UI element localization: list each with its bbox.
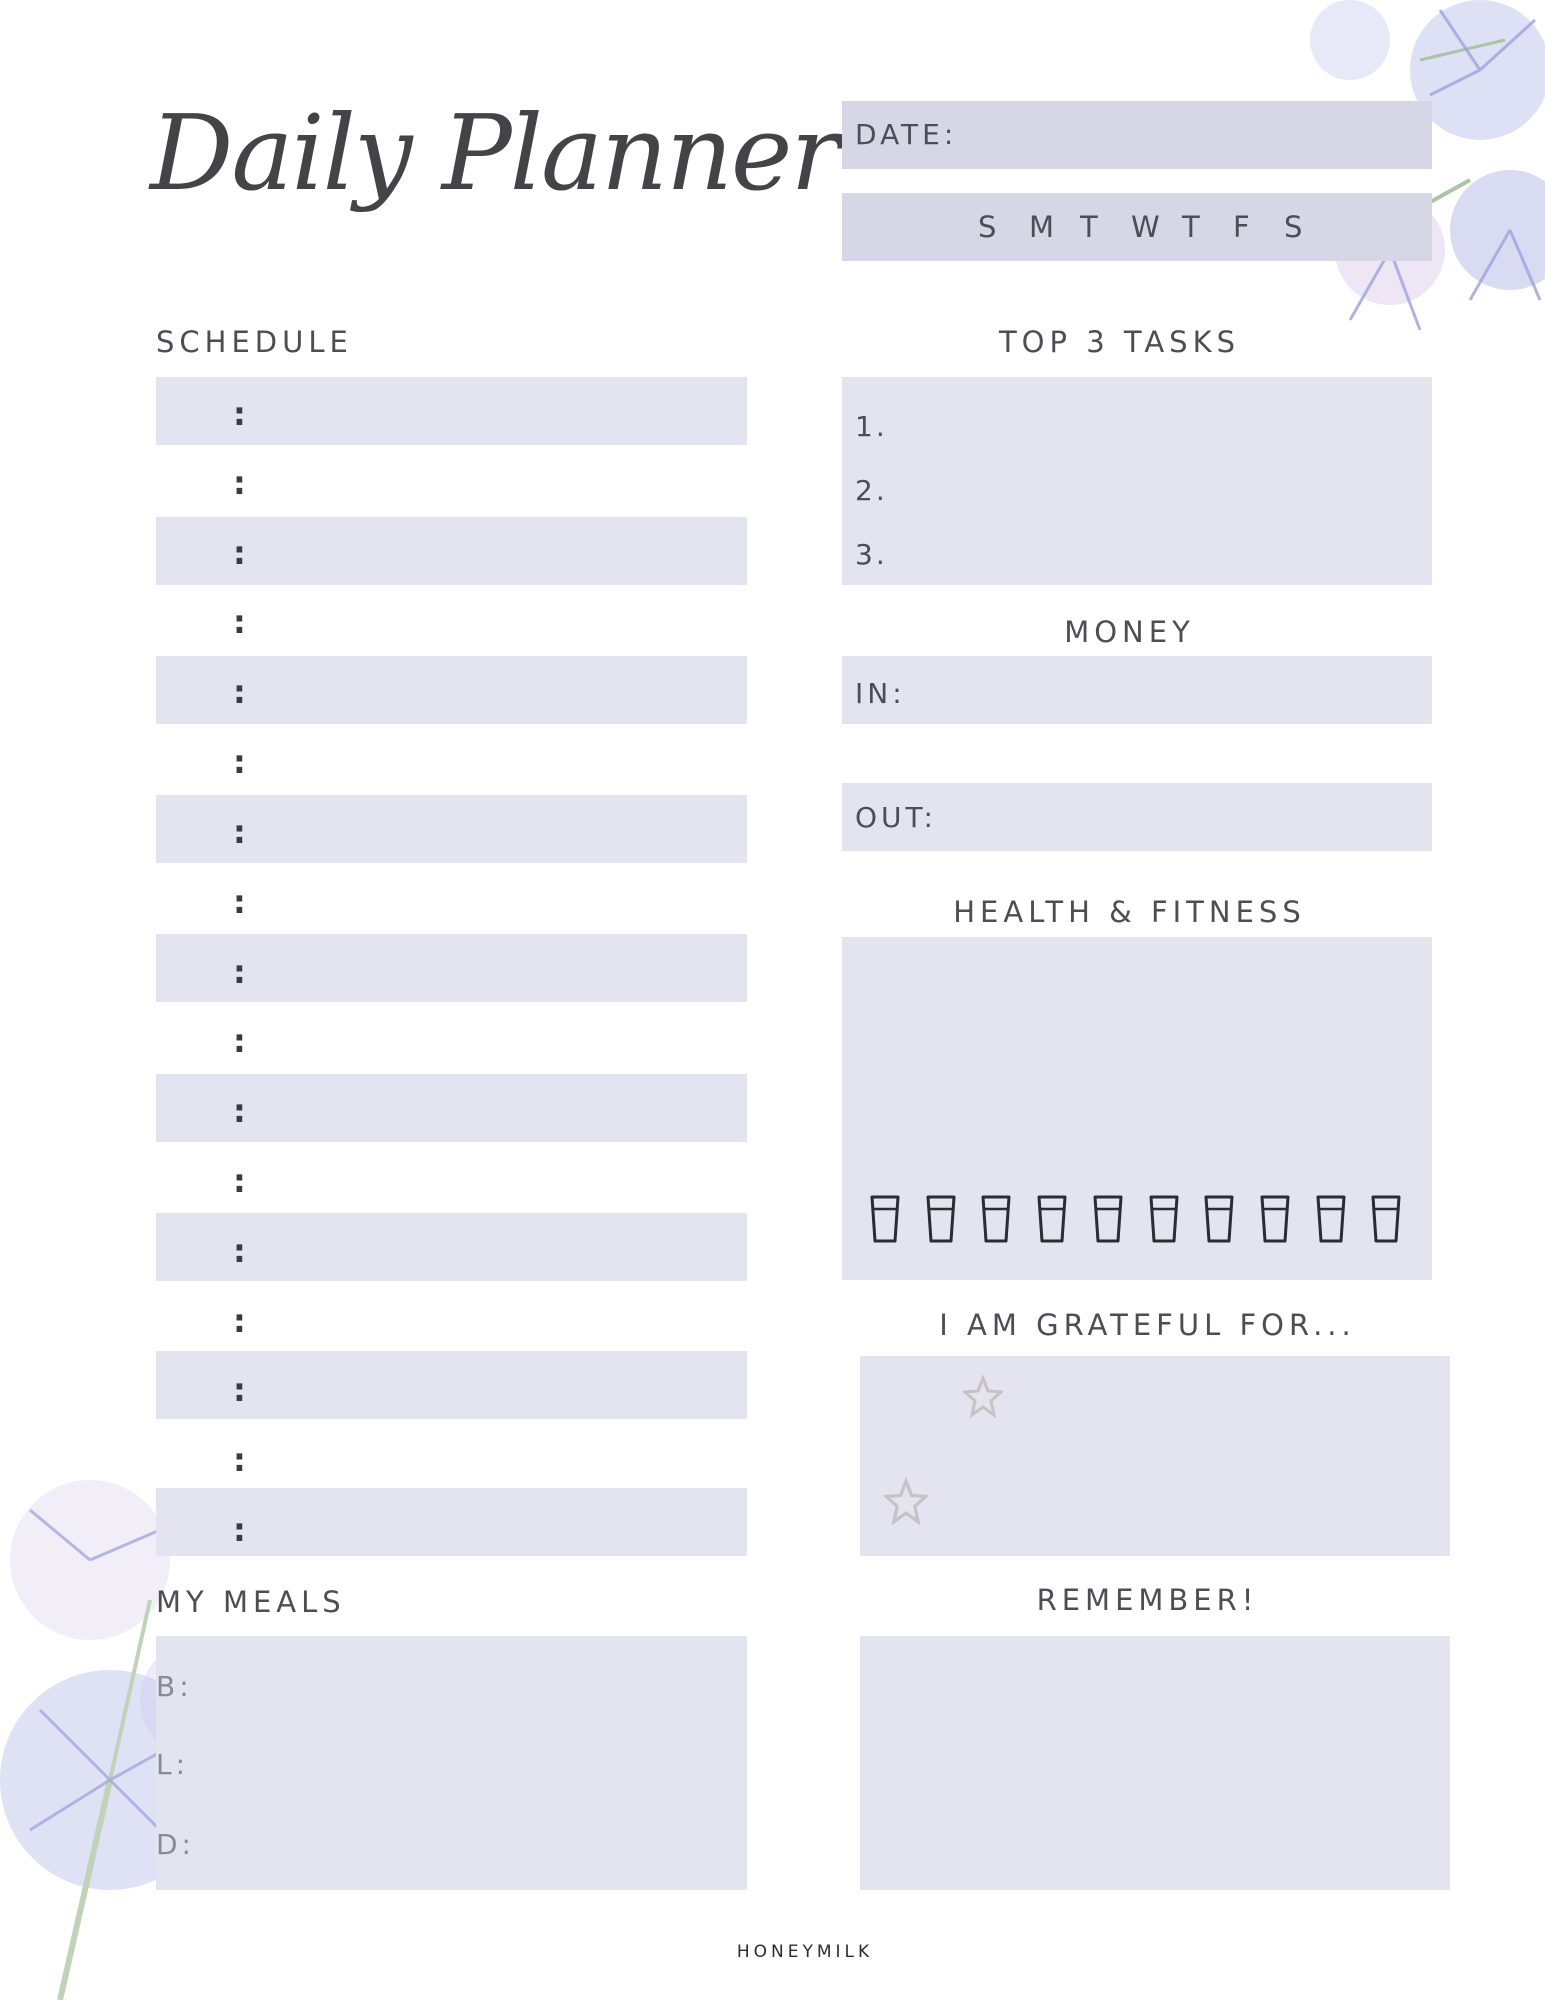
- weekday-tuesday[interactable]: T: [1080, 210, 1131, 244]
- money-out-label: OUT:: [855, 801, 937, 834]
- time-separator: :: [233, 1371, 246, 1409]
- floral-decoration-top-right: [1310, 0, 1545, 331]
- time-separator: :: [233, 813, 246, 851]
- time-separator: :: [233, 1302, 246, 1340]
- time-separator: :: [233, 1162, 246, 1200]
- weekday-list: SMTWTFS: [978, 210, 1324, 244]
- time-separator: :: [233, 603, 246, 641]
- weekday-sunday[interactable]: S: [978, 210, 1029, 244]
- time-separator: :: [233, 534, 246, 572]
- top-tasks-box[interactable]: [842, 377, 1432, 585]
- meals-box[interactable]: [156, 1636, 747, 1890]
- water-glass-icon[interactable]: [1148, 1194, 1180, 1244]
- time-separator: :: [233, 1232, 246, 1270]
- star-icon: [884, 1477, 928, 1526]
- date-label: DATE:: [855, 118, 958, 151]
- grateful-heading: I AM GRATEFUL FOR...: [939, 1308, 1356, 1342]
- time-separator: :: [233, 953, 246, 991]
- weekday-friday[interactable]: F: [1233, 210, 1284, 244]
- water-glass-icon[interactable]: [1092, 1194, 1124, 1244]
- top-tasks-heading: TOP 3 TASKS: [998, 325, 1241, 359]
- schedule-heading: SCHEDULE: [156, 325, 353, 359]
- breakfast-label: B:: [156, 1670, 193, 1703]
- weekday-monday[interactable]: M: [1029, 210, 1080, 244]
- meals-heading: MY MEALS: [156, 1585, 346, 1619]
- time-separator: :: [233, 1022, 246, 1060]
- task-number: 2.: [855, 474, 888, 507]
- water-glass-icon[interactable]: [1203, 1194, 1235, 1244]
- health-heading: HEALTH & FITNESS: [953, 895, 1306, 929]
- brand-footer: HONEYMILK: [736, 1942, 874, 1962]
- time-separator: :: [233, 1511, 246, 1549]
- money-in-field[interactable]: [842, 656, 1432, 724]
- grateful-box[interactable]: [860, 1356, 1450, 1556]
- water-glass-icon[interactable]: [980, 1194, 1012, 1244]
- time-separator: :: [233, 1441, 246, 1479]
- task-number: 3.: [855, 538, 888, 571]
- water-glass-icon[interactable]: [869, 1194, 901, 1244]
- water-glass-icon[interactable]: [1315, 1194, 1347, 1244]
- time-separator: :: [233, 395, 246, 433]
- dinner-label: D:: [156, 1828, 195, 1861]
- water-glass-icon[interactable]: [1370, 1194, 1402, 1244]
- weekday-thursday[interactable]: T: [1182, 210, 1233, 244]
- money-in-label: IN:: [855, 677, 906, 710]
- water-glass-icon[interactable]: [1259, 1194, 1291, 1244]
- water-glass-icon[interactable]: [1036, 1194, 1068, 1244]
- weekday-saturday[interactable]: S: [1284, 210, 1324, 244]
- time-separator: :: [233, 743, 246, 781]
- lunch-label: L:: [156, 1748, 190, 1781]
- water-glass-icon[interactable]: [925, 1194, 957, 1244]
- time-separator: :: [233, 1092, 246, 1130]
- task-number: 1.: [855, 410, 888, 443]
- time-separator: :: [233, 464, 246, 502]
- remember-heading: REMEMBER!: [1036, 1583, 1259, 1617]
- weekday-wednesday[interactable]: W: [1131, 210, 1182, 244]
- star-icon: [963, 1375, 1003, 1419]
- time-separator: :: [233, 883, 246, 921]
- money-heading: MONEY: [1064, 615, 1195, 649]
- page-title: Daily Planner: [150, 92, 840, 214]
- time-separator: :: [233, 673, 246, 711]
- remember-box[interactable]: [860, 1636, 1450, 1890]
